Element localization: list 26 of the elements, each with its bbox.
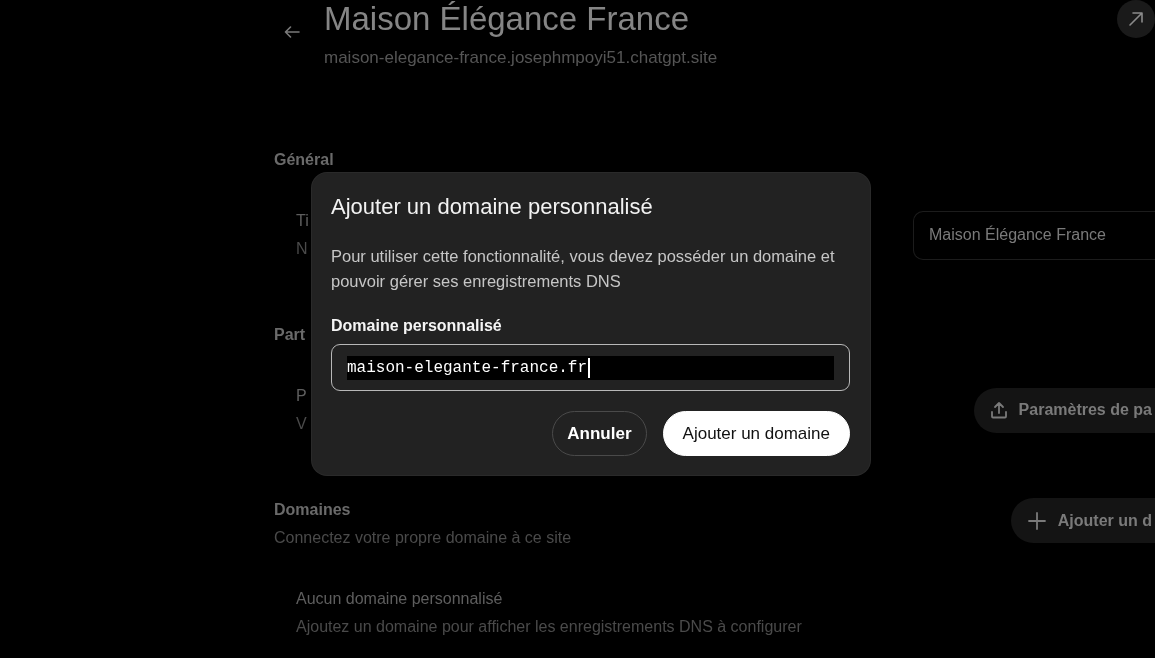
text-cursor-icon: [588, 357, 590, 378]
dialog-title: Ajouter un domaine personnalisé: [331, 193, 654, 221]
setting-label: P: [296, 386, 307, 406]
setting-label: Aucun domaine personnalisé: [296, 589, 503, 609]
site-url: maison-elegance-france.josephmpoyi51.chatgpt.site: [324, 48, 718, 68]
field-label: Domaine personnalisé: [331, 316, 503, 336]
upload-icon: [989, 401, 1008, 419]
setting-description: V: [296, 414, 307, 434]
dialog-description: Pour utiliser cette fonctionnalité, vous devez posséder un domaine et pouvoir gérer ses enregistrements DNS: [331, 246, 836, 292]
back-arrow-icon[interactable]: [284, 26, 300, 38]
section-heading: Part: [274, 325, 306, 345]
add-domain-button[interactable]: Ajouter un d: [1010, 498, 1155, 543]
share-settings-button[interactable]: Paramètres de pa: [973, 387, 1155, 433]
plus-icon: [1027, 511, 1046, 530]
confirm-button[interactable]: Ajouter un domaine: [662, 411, 850, 456]
setting-description: N: [296, 239, 308, 259]
page-title: Maison Élégance France: [324, 0, 690, 38]
section-description: Connectez votre propre domaine à ce site: [274, 528, 572, 548]
arrow-up-right-icon: [1128, 11, 1144, 27]
domain-input-field[interactable]: maison-elegante-france.fr: [331, 344, 850, 391]
section-heading: Domaines: [274, 500, 351, 520]
setting-label: Ti: [296, 211, 309, 231]
open-site-button[interactable]: [1117, 0, 1155, 38]
section-heading: Général: [274, 150, 334, 170]
title-input-field[interactable]: Maison Élégance France: [913, 210, 1155, 260]
setting-description: Ajoutez un domaine pour afficher les enregistrements DNS à configurer: [296, 617, 802, 637]
